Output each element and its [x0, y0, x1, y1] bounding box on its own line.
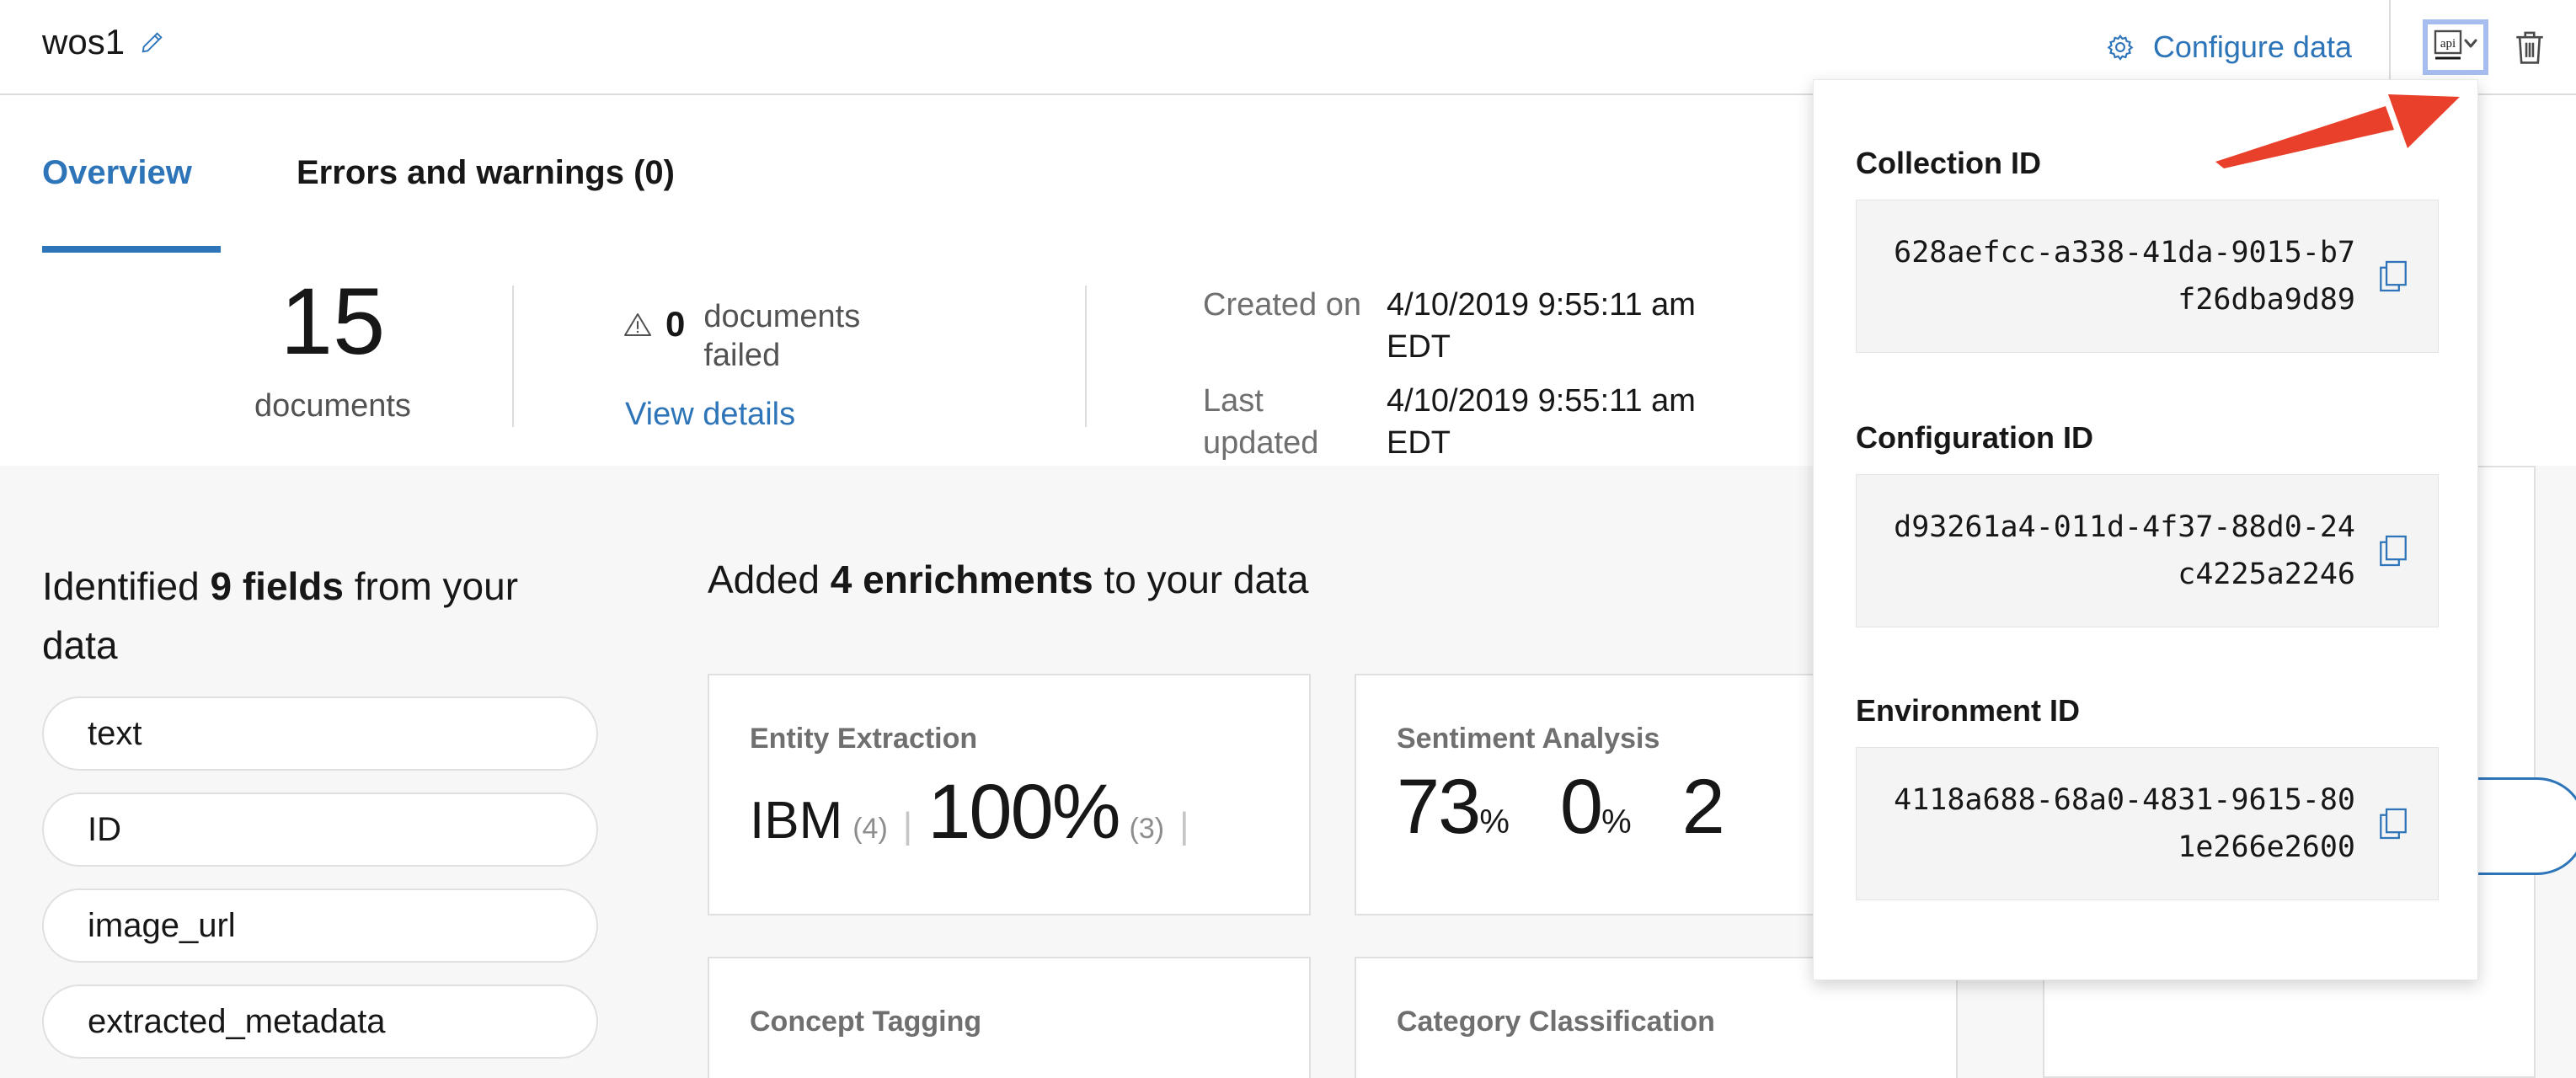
enrichment-card-values: 73% 0% 2 [1397, 763, 1725, 851]
sentiment-negative-value: 2 [1681, 764, 1725, 850]
field-pill[interactable]: ID [42, 792, 598, 867]
api-details-button[interactable]: api [2423, 19, 2488, 75]
field-pill[interactable]: image_url [42, 889, 598, 963]
page-title: wos1 [42, 22, 126, 61]
documents-failed-label: documents failed [703, 299, 861, 373]
configuration-id-section: Configuration ID d93261a4-011d-4f37-88d0… [1856, 420, 2439, 627]
warning-triangle-icon [623, 297, 652, 338]
collection-title-group: wos1 [42, 22, 165, 62]
svg-text:api: api [2440, 37, 2456, 51]
tab-overview[interactable]: Overview [42, 154, 192, 192]
view-details-link[interactable]: View details [625, 397, 795, 433]
configuration-id-value: d93261a4-011d-4f37-88d0-24c4225a2246 [1894, 510, 2355, 591]
sentiment-positive-value: 73 [1397, 764, 1481, 850]
active-tab-indicator [42, 246, 221, 253]
collection-id-label: Collection ID [1856, 146, 2042, 180]
copy-icon[interactable] [2355, 807, 2408, 841]
collection-timestamps: Created on 4/10/2019 9:55:11 am EDT Last… [1203, 284, 1757, 476]
enrichment-card-values: IBM (4) | 100% (3) | [750, 768, 1205, 857]
field-pill-label: text [88, 714, 142, 752]
entity-percent-count: (3) [1129, 813, 1165, 845]
enrichments-heading-suffix: to your data [1093, 558, 1309, 601]
enrichment-card-title: Entity Extraction [750, 723, 978, 755]
configuration-id-label: Configuration ID [1856, 420, 2093, 455]
enrichment-card-entity-extraction[interactable]: Entity Extraction IBM (4) | 100% (3) | [708, 674, 1311, 915]
enrichments-heading-prefix: Added [708, 558, 831, 601]
entity-count: (4) [852, 813, 888, 845]
entity-value: IBM [750, 792, 843, 850]
enrichment-card-title: Category Classification [1397, 1006, 1715, 1038]
last-updated-label: Last updated [1203, 383, 1319, 461]
environment-id-box: 4118a688-68a0-4831-9615-801e266e2600 [1856, 747, 2439, 900]
sentiment-neutral-unit: % [1601, 803, 1632, 841]
documents-count-value: 15 [280, 269, 386, 374]
enrichments-count: 4 enrichments [830, 558, 1093, 601]
collection-id-section: Collection ID 628aefcc-a338-41da-9015-b7… [1856, 146, 2439, 353]
identified-fields-panel: Identified 9 fields from your data text … [42, 557, 598, 1059]
last-updated-row: Last updated 4/10/2019 9:55:11 am EDT [1203, 380, 1757, 464]
configure-data-label: Configure data [2152, 29, 2352, 64]
tab-errors-and-warnings-label: Errors and warnings (0) [297, 154, 675, 191]
documents-count-label: documents [254, 388, 411, 424]
field-pill[interactable]: extracted_metadata [42, 985, 598, 1059]
field-pill[interactable]: text [42, 696, 598, 771]
environment-id-value: 4118a688-68a0-4831-9615-801e266e2600 [1894, 783, 2355, 864]
collection-id-box: 628aefcc-a338-41da-9015-b7f26dba9d89 [1856, 200, 2439, 353]
sentiment-neutral-value: 0 [1559, 764, 1603, 850]
api-details-popup: Collection ID 628aefcc-a338-41da-9015-b7… [1813, 79, 2478, 980]
identified-fields-heading-prefix: Identified [42, 564, 211, 608]
stats-divider-1 [512, 286, 514, 427]
stats-divider-2 [1085, 286, 1087, 427]
documents-count-stat: 15 documents [173, 272, 493, 424]
sentiment-positive-unit: % [1479, 803, 1510, 841]
trash-icon[interactable] [2512, 28, 2547, 67]
collection-id-value: 628aefcc-a338-41da-9015-b7f26dba9d89 [1894, 236, 2355, 317]
enrichment-card-title: Sentiment Analysis [1397, 723, 1660, 755]
copy-icon[interactable] [2355, 259, 2408, 293]
enrichment-card-title: Concept Tagging [750, 1006, 982, 1038]
field-pill-label: ID [88, 810, 121, 848]
identified-fields-heading: Identified 9 fields from your data [42, 557, 598, 675]
last-updated-value: 4/10/2019 9:55:11 am EDT [1387, 383, 1696, 461]
environment-id-section: Environment ID 4118a688-68a0-4831-9615-8… [1856, 693, 2439, 900]
environment-id-label: Environment ID [1856, 693, 2081, 728]
configuration-id-box: d93261a4-011d-4f37-88d0-24c4225a2246 [1856, 474, 2439, 627]
identified-fields-count: 9 fields [210, 564, 344, 608]
copy-icon[interactable] [2355, 534, 2408, 568]
entity-percent: 100% [927, 769, 1120, 855]
enrichment-card-concept-tagging[interactable]: Concept Tagging [708, 957, 1311, 1078]
documents-failed-count: 0 [665, 304, 686, 344]
tab-overview-label: Overview [42, 154, 192, 191]
field-pill-label: extracted_metadata [88, 1002, 386, 1040]
field-pill-label: image_url [88, 906, 236, 944]
collection-overview-page: wos1 Configure data api Overview Errors … [0, 0, 2576, 1078]
tab-errors-and-warnings[interactable]: Errors and warnings (0) [297, 154, 675, 192]
gear-icon [2106, 33, 2135, 61]
created-on-value: 4/10/2019 9:55:11 am EDT [1387, 287, 1696, 365]
value-separator: | [1179, 805, 1189, 846]
value-separator: | [902, 805, 913, 846]
created-on-row: Created on 4/10/2019 9:55:11 am EDT [1203, 284, 1757, 368]
pencil-icon[interactable] [140, 29, 165, 55]
created-on-label: Created on [1203, 287, 1362, 323]
documents-failed-stat: 0 documents failed [623, 297, 914, 375]
